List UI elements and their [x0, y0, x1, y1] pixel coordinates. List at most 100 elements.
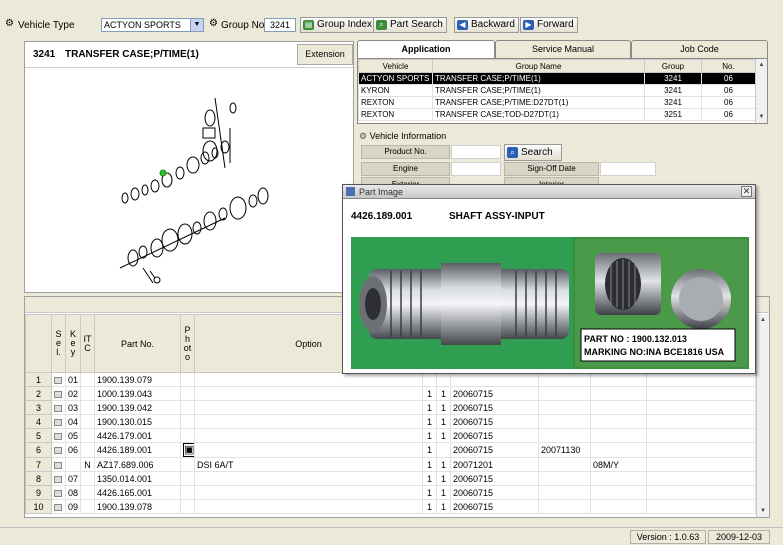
scroll-down-icon[interactable]: ▼ — [757, 505, 769, 517]
table-row[interactable]: 8 07 1350.014.001 1 1 20060715 — [25, 471, 756, 486]
table-row[interactable]: ACTYON SPORTS TRANSFER CASE;P/TIME(1) 32… — [358, 72, 756, 85]
row-checkbox[interactable] — [54, 418, 62, 426]
cell-sel[interactable] — [51, 485, 66, 500]
table-row[interactable]: 4 04 1900.130.015 1 1 20060715 — [25, 414, 756, 429]
cell-end-date — [538, 499, 591, 514]
cell-qty1: 1 — [422, 386, 437, 401]
vehicle-search-label: Search — [521, 147, 553, 158]
scroll-up-icon[interactable]: ▲ — [757, 314, 769, 326]
inset-part-no: PART NO : 1900.132.013 — [584, 334, 687, 344]
cell-sel[interactable] — [51, 400, 66, 415]
group-title: TRANSFER CASE;P/TIME(1) — [65, 49, 199, 60]
cell-qty1: 1 — [422, 499, 437, 514]
table-row[interactable]: KYRON TRANSFER CASE;P/TIME(1) 3241 06 — [358, 84, 756, 97]
cell-group: 3241 — [644, 84, 702, 97]
table-row[interactable]: 2 02 1000.139.043 1 1 20060715 — [25, 386, 756, 401]
cell-remark — [646, 485, 756, 500]
scroll-down-icon[interactable]: ▼ — [756, 111, 767, 123]
cell-photo[interactable] — [180, 457, 195, 472]
application-scrollbar[interactable]: ▲ ▼ — [755, 59, 767, 123]
cell-sel[interactable] — [51, 386, 66, 401]
engine-value — [451, 162, 501, 176]
cell-no: 06 — [701, 108, 756, 121]
table-row[interactable]: 3 03 1900.139.042 1 1 20060715 — [25, 400, 756, 415]
cell-qty2 — [436, 442, 451, 458]
table-row[interactable]: 7 N AZ17.689.006 DSI 6A/T 1 1 20071201 08M/Y — [25, 457, 756, 472]
extension-button[interactable]: Extension — [297, 44, 353, 65]
cell-photo[interactable] — [180, 471, 195, 486]
col-key-label: Key — [69, 329, 76, 357]
cell-photo[interactable] — [180, 499, 195, 514]
cell-part-no: 1900.139.078 — [94, 499, 181, 514]
row-checkbox[interactable] — [54, 489, 62, 497]
cell-extra: 08M/Y — [590, 457, 647, 472]
cell-option — [194, 372, 423, 387]
table-row[interactable]: 1 01 1900.139.079 — [25, 372, 756, 387]
signoff-date-value — [600, 162, 656, 176]
cell-photo[interactable] — [180, 428, 195, 443]
table-row[interactable]: 5 05 4426.179.001 1 1 20060715 — [25, 428, 756, 443]
row-checkbox[interactable] — [54, 432, 62, 440]
cell-qty2: 1 — [436, 499, 451, 514]
part-search-button[interactable]: ⌕ Part Search — [373, 17, 447, 33]
backward-button[interactable]: ◀ Backward — [454, 17, 519, 33]
col-key: Key — [65, 314, 81, 373]
group-index-button[interactable]: ▤ Group Index — [300, 17, 377, 33]
cell-sel[interactable] — [51, 471, 66, 486]
table-row[interactable]: REXTON TRANSFER CASE;P/TIME:D27DT(1) 324… — [358, 96, 756, 109]
row-checkbox[interactable] — [54, 461, 62, 469]
close-icon[interactable]: ✕ — [741, 186, 752, 197]
cell-qty2: 1 — [436, 414, 451, 429]
row-checkbox[interactable] — [54, 503, 62, 511]
cell-photo[interactable] — [180, 386, 195, 401]
row-checkbox[interactable] — [54, 447, 62, 455]
cell-sel[interactable] — [51, 457, 66, 472]
vehicle-search-button[interactable]: ⌕ Search — [504, 144, 562, 161]
vehicle-type-label: Vehicle Type — [18, 20, 75, 31]
row-checkbox[interactable] — [54, 475, 62, 483]
cell-photo[interactable] — [180, 485, 195, 500]
cell-option — [194, 442, 423, 458]
col-no: No. — [701, 59, 756, 73]
forward-button[interactable]: ▶ Forward — [520, 17, 578, 33]
table-row[interactable]: 6 06 4426.189.001 ▣ 1 20060715 20071130 — [25, 442, 756, 458]
tab-service-manual[interactable]: Service Manual — [495, 40, 631, 58]
group-no-input[interactable]: 3241 — [264, 18, 296, 32]
cell-vehicle: ACTYON SPORTS — [358, 72, 433, 85]
cell-sel[interactable] — [51, 499, 66, 514]
cell-sel[interactable] — [51, 372, 66, 387]
cell-sel[interactable] — [51, 442, 66, 458]
cell-key: 05 — [65, 428, 81, 443]
table-row[interactable]: REXTON TRANSFER CASE;TOD-D27DT(1) 3251 0… — [358, 108, 756, 121]
cell-extra — [590, 400, 647, 415]
cell-remark — [646, 442, 756, 458]
vehicle-type-select[interactable]: ACTYON SPORTS ▼ — [101, 18, 204, 32]
cell-qty2: 1 — [436, 386, 451, 401]
col-vehicle: Vehicle — [358, 59, 433, 73]
part-image-titlebar[interactable]: Part Image ✕ — [343, 185, 755, 199]
row-checkbox[interactable] — [54, 390, 62, 398]
exploded-parts-diagram[interactable] — [25, 68, 353, 292]
tab-application[interactable]: Application — [357, 40, 495, 59]
chevron-down-icon[interactable]: ▼ — [190, 19, 203, 31]
group-grid-scrollbar[interactable]: ▲ ▼ — [756, 314, 769, 517]
cell-photo[interactable] — [180, 414, 195, 429]
cell-sel[interactable] — [51, 428, 66, 443]
row-checkbox[interactable] — [54, 376, 62, 384]
row-checkbox[interactable] — [54, 404, 62, 412]
cell-sel[interactable] — [51, 414, 66, 429]
table-row[interactable]: 10 09 1900.139.078 1 1 20060715 — [25, 499, 756, 514]
cell-option — [194, 400, 423, 415]
cell-photo[interactable] — [180, 372, 195, 387]
scroll-up-icon[interactable]: ▲ — [756, 59, 767, 71]
signoff-date-label: Sign-Off Date — [504, 162, 599, 176]
product-no-input[interactable] — [451, 145, 501, 159]
tab-job-code[interactable]: Job Code — [631, 40, 768, 58]
cell-photo[interactable]: ▣ — [180, 442, 195, 458]
cell-itc — [80, 428, 95, 443]
table-row[interactable]: 9 08 4426.165.001 1 1 20060715 — [25, 485, 756, 500]
col-itc: ITC — [80, 314, 95, 373]
cell-photo[interactable] — [180, 400, 195, 415]
cell-start-date — [450, 372, 539, 387]
camera-icon[interactable]: ▣ — [183, 443, 194, 457]
